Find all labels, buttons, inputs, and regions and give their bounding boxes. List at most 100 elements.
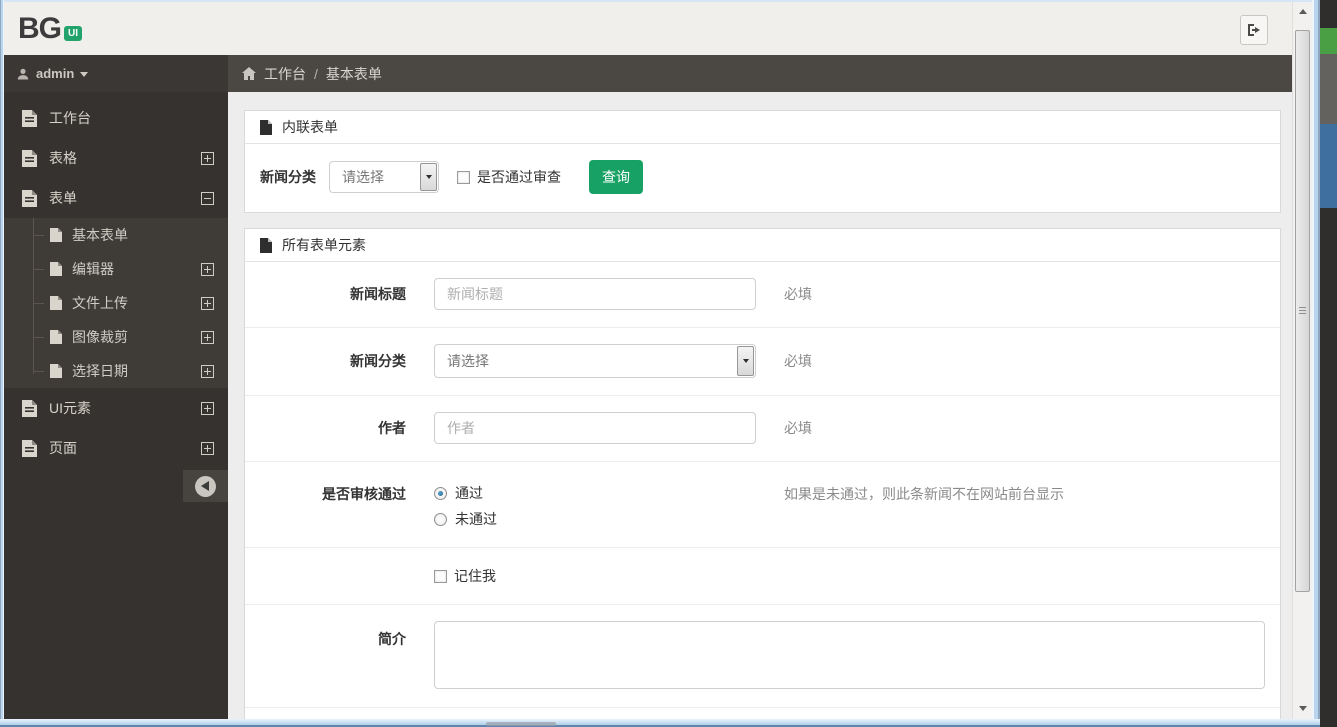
required-note: 必填	[784, 353, 812, 369]
sidebar-item-forms[interactable]: 表单	[4, 178, 228, 218]
plus-square-icon[interactable]	[201, 262, 214, 276]
all-form-elements-panel: 所有表单元素 新闻标题 必填 新闻分类 请选择 必填 作者	[244, 228, 1281, 719]
review-filter-label: 是否通过审查	[477, 169, 561, 185]
home-icon	[242, 67, 256, 80]
select-dropdown-button[interactable]	[737, 346, 754, 376]
logo-text: BG	[18, 12, 62, 45]
remember-me-label: 记住我	[454, 568, 496, 584]
control-cell	[434, 412, 756, 444]
vertical-scrollbar[interactable]	[1292, 2, 1312, 719]
required-note: 必填	[784, 420, 812, 436]
review-row: 是否审核通过 通过 未通过 如果是未通过，则此条新闻不在网站前台显示	[245, 462, 1280, 548]
breadcrumb-current: 基本表单	[325, 65, 382, 82]
radio-pass-label: 通过	[455, 485, 483, 501]
select-value: 请选择	[447, 353, 489, 369]
window-frame-right	[1312, 0, 1320, 727]
breadcrumb-separator: /	[314, 65, 318, 82]
radio-pass[interactable]	[434, 486, 447, 500]
file-icon	[260, 237, 272, 253]
window-resize-grip[interactable]	[486, 722, 556, 726]
circle-left-arrow-icon	[195, 475, 216, 497]
document-icon	[50, 296, 62, 310]
sidebar: 工作台 表格 表单 基本表单 编辑器 文件上传 图像裁剪 选择日期 UI元素 页…	[4, 92, 228, 719]
panel-title: 所有表单元素	[282, 237, 366, 253]
author-label: 作者	[378, 420, 406, 436]
window-frame-bottom	[0, 719, 1320, 727]
intro-row: 简介	[245, 605, 1280, 708]
news-title-input[interactable]	[434, 278, 756, 310]
app-logo: BG UI	[18, 12, 82, 46]
sign-out-icon	[1247, 23, 1262, 37]
sidebar-subitem-image-crop[interactable]: 图像裁剪	[4, 320, 228, 354]
scroll-down-arrow[interactable]	[1293, 699, 1313, 717]
sidebar-subitem-editor[interactable]: 编辑器	[4, 252, 228, 286]
plus-square-icon[interactable]	[201, 151, 214, 165]
intro-textarea[interactable]	[434, 621, 1265, 689]
breadcrumb-home-link[interactable]: 工作台	[264, 64, 306, 84]
sidebar-item-label: UI元素	[49, 400, 91, 416]
author-row: 作者 必填	[245, 396, 1280, 462]
document-icon	[22, 189, 37, 207]
sidebar-collapse-button[interactable]	[183, 470, 228, 502]
user-dropdown[interactable]: admin	[4, 55, 228, 92]
main-content: 内联表单 新闻分类 请选择 是否通过审查 查询 所有表单元素 新闻标题 新闻标题…	[228, 92, 1292, 719]
sidebar-item-pages[interactable]: 页面	[4, 428, 228, 468]
logo-ui-badge: UI	[64, 26, 82, 41]
minus-square-icon[interactable]	[201, 191, 214, 205]
review-filter-checkbox[interactable]	[457, 170, 470, 184]
document-icon	[22, 109, 37, 127]
inline-form-panel: 内联表单 新闻分类 请选择 是否通过审查 查询	[244, 110, 1281, 213]
control-cell	[434, 278, 756, 310]
desktop-blue-fragment	[1320, 124, 1337, 208]
submit-row	[245, 708, 1280, 719]
file-icon	[260, 119, 272, 135]
plus-square-icon[interactable]	[201, 364, 214, 378]
sidebar-item-label: 表单	[49, 190, 77, 206]
panel-header: 所有表单元素	[245, 229, 1280, 262]
sidebar-item-ui-elements[interactable]: UI元素	[4, 388, 228, 428]
radio-fail-label: 未通过	[455, 511, 497, 527]
plus-square-icon[interactable]	[201, 296, 214, 310]
sidebar-subitem-label: 编辑器	[72, 261, 114, 277]
plus-square-icon[interactable]	[201, 441, 214, 455]
category-select[interactable]: 请选择	[329, 161, 439, 193]
review-hint-note: 如果是未通过，则此条新闻不在网站前台显示	[784, 486, 1064, 502]
document-icon	[50, 262, 62, 276]
sidebar-subitem-label: 文件上传	[72, 295, 128, 311]
scroll-up-arrow[interactable]	[1293, 2, 1313, 20]
radio-option-fail: 未通过	[434, 506, 756, 532]
search-button[interactable]: 查询	[589, 160, 643, 194]
sidebar-item-tables[interactable]: 表格	[4, 138, 228, 178]
remember-me-checkbox[interactable]	[434, 569, 447, 583]
sidebar-item-workbench[interactable]: 工作台	[4, 98, 228, 138]
sidebar-subitem-basic-form[interactable]: 基本表单	[4, 218, 228, 252]
select-dropdown-button[interactable]	[420, 163, 437, 191]
document-icon	[22, 149, 37, 167]
desktop-green-fragment	[1320, 28, 1337, 54]
document-icon	[50, 228, 62, 242]
sidebar-subitem-file-upload[interactable]: 文件上传	[4, 286, 228, 320]
plus-square-icon[interactable]	[201, 330, 214, 344]
remember-me-row: 记住我	[245, 548, 1280, 605]
username: admin	[36, 66, 75, 81]
sidebar-subitem-date-picker[interactable]: 选择日期	[4, 354, 228, 388]
panel-header: 内联表单	[245, 111, 1280, 144]
sidebar-item-label: 工作台	[49, 110, 91, 126]
document-icon	[22, 399, 37, 417]
author-input[interactable]	[434, 412, 756, 444]
desktop-gray-fragment	[1320, 54, 1337, 124]
news-category-label: 新闻分类	[350, 353, 406, 369]
scrollbar-thumb[interactable]	[1295, 30, 1310, 592]
inline-form-body: 新闻分类 请选择 是否通过审查 查询	[245, 144, 1280, 212]
sidebar-subitem-label: 图像裁剪	[72, 329, 128, 345]
document-icon	[50, 364, 62, 378]
plus-square-icon[interactable]	[201, 401, 214, 415]
news-category-select[interactable]: 请选择	[434, 344, 756, 378]
logout-button[interactable]	[1240, 15, 1268, 45]
review-label: 是否审核通过	[322, 486, 406, 502]
sidebar-item-label: 表格	[49, 150, 77, 166]
sidebar-subitem-label: 基本表单	[72, 227, 128, 243]
sidebar-item-label: 页面	[49, 440, 77, 456]
radio-fail[interactable]	[434, 512, 447, 526]
document-icon	[22, 439, 37, 457]
